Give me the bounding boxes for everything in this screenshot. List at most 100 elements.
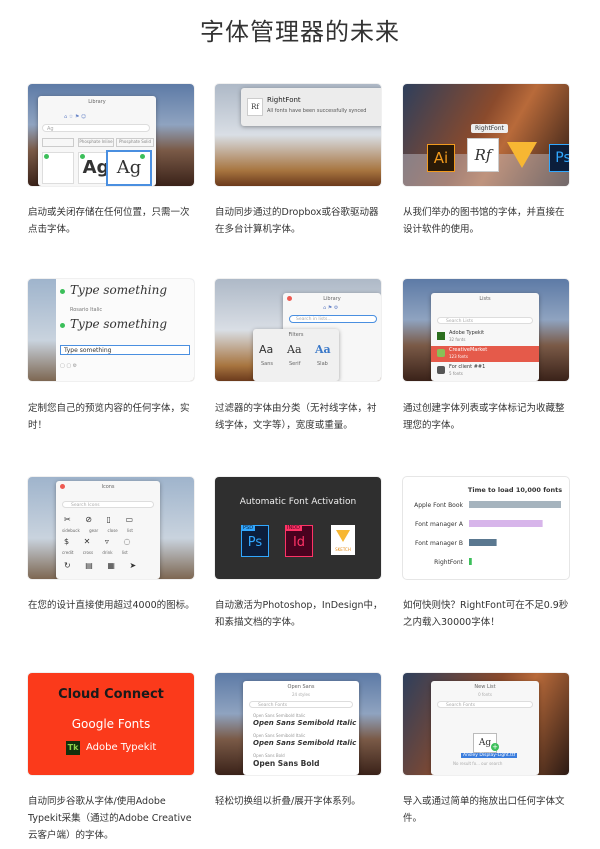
google-fonts-label: Google Fonts [71,717,151,731]
search-input[interactable]: Search Fonts [437,701,533,708]
list-item[interactable]: For client ##1 5 fonts [431,363,539,379]
drag-filename: Ansley Display-Light.ttf [461,753,518,758]
card-lists: Lists Search Lists Adobe Typekit 32 font… [403,279,569,381]
active-dot [44,154,49,159]
style-sample[interactable]: Open Sans Semibold Italic [253,739,356,747]
card-library-activation: Library ⌂ ☆ ⚑ ☺ Ag Phosphate Inline Phos… [28,84,194,186]
list-name: CreativeMarket [449,347,488,353]
search-input[interactable]: Search Fonts [249,701,353,708]
file-tag: INDD [285,525,302,531]
illustrator-app-icon[interactable]: Ai [427,144,455,172]
search-input[interactable]: Ag [42,124,150,132]
caption: 自动激活为Photoshop，InDesign中，和素描文档的字体。 [215,600,383,628]
preview-text-input[interactable]: Type something [60,345,190,355]
caption: 轻松切换组以折叠/展开字体系列。 [215,796,361,807]
file-tag: SKETCH [335,547,351,552]
caption: 过滤器的字体由分类（无衬线字体，衬线字体，文字等），宽度或重量。 [215,403,377,431]
typekit-icon [437,332,445,340]
card-family-groups: Open Sans 24 styles Search Fonts Open Sa… [215,673,381,775]
list-item-selected[interactable]: CreativeMarket 123 fonts [431,346,539,362]
notification: Rf RightFont All fonts have been success… [241,88,381,126]
category-label: RightFont [434,559,464,566]
font-chip[interactable] [42,138,74,147]
caption: 导入或通过简单的拖放出口任何字体文件。 [403,796,565,824]
list-count: 123 fonts [449,354,468,359]
sketch-app-icon[interactable] [507,142,537,168]
creativemarket-icon [437,349,445,357]
list-item[interactable]: Adobe Typekit 32 fonts [431,329,539,345]
caption: 定制您自己的预览内容的任何字体，实时！ [28,403,190,431]
caption: 在您的设计直接使用超过4000的图标。 [28,600,195,611]
adobe-typekit-label: Adobe Typekit [86,742,157,753]
active-dot [60,289,65,294]
window-subtitle: 24 styles [291,692,311,697]
card-preview: Type something Rosario Italic Type somet… [28,279,194,381]
caption: 自动同步通过的Dropbox或谷歌驱动器在多台计算机字体。 [215,207,379,235]
search-input[interactable]: Search Icons [62,501,154,508]
icon-grid-row[interactable]: $ ✕ ▿ ◌ [64,537,130,546]
caption: 通过创建字体列表或字体标记为收藏整理您的字体。 [403,403,565,431]
filter-label: Sans [261,361,274,367]
style-sample[interactable]: Open Sans Semibold Italic [253,719,356,727]
notification-title: RightFont [267,96,301,104]
rightfont-app-icon: Rf [247,98,263,116]
font-tile-selected[interactable]: Ag [106,150,152,186]
style-label: Open Sans Bold [253,753,285,758]
icon-grid-row[interactable]: ↻ ▤ ▦ ➤ [64,561,136,570]
window-title: Library [88,99,106,105]
lists-window: Lists Search Lists Adobe Typekit 32 font… [431,293,539,381]
file-tag: PSD [241,525,256,531]
bar [469,520,543,527]
slab-sample[interactable]: Aa [315,343,331,356]
filters-panel: Filters Aa Aa Aa Sans Serif Slab [253,329,339,381]
style-sample[interactable]: Open Sans Bold [253,759,319,768]
toolbar-icons[interactable]: ⌂ ⚑ ⚙ [323,305,338,311]
active-dot [60,323,65,328]
caption: 从我们举办的图书馆的字体，并直接在设计软件的使用。 [403,207,565,235]
panel-title: Filters [288,332,304,338]
library-window: Library ⌂ ☆ ⚑ ☺ Ag Phosphate Inline Phos… [38,96,156,186]
rightfont-app-icon[interactable]: Rf [467,138,499,172]
search-input[interactable]: Search Lists [437,317,533,324]
category-label: Font manager A [415,521,464,528]
serif-sample[interactable]: Aa [287,343,302,356]
search-input[interactable]: Search in lists... [289,315,377,323]
window-title: New List [474,684,496,690]
plus-icon: + [491,743,499,751]
sketch-file-icon: SKETCH [331,525,355,555]
window-title: Icons [101,484,115,490]
sans-sample[interactable]: Aa [259,343,273,356]
active-dot [80,154,85,159]
icon-labels: credit cross drink list [62,550,128,555]
preview-sample: Type something [70,283,168,297]
sketch-diamond-icon [336,530,350,542]
card-dock: RightFont Ai Rf Ps [403,84,569,186]
category-label: Font manager B [415,540,463,547]
category-label: Apple Font Book [414,502,463,509]
page-title: 字体管理器的未来 [200,18,400,46]
bar [469,501,561,508]
style-label: Open Sans Semibold Italic [253,733,306,738]
list-icon [437,366,445,374]
font-chip[interactable]: Phosphate Inline [78,138,114,147]
bar [469,539,497,546]
card-icons: Icons Search Icons ✂ ⊘ ▯ ▭ sidebuck gear… [28,477,194,579]
window-title: Lists [479,296,491,302]
font-chip[interactable]: Phosphate Solid [116,138,154,147]
style-label: Open Sans Semibold Italic [253,713,306,718]
toolbar-icons[interactable]: ⌂ ☆ ⚑ ☺ [64,114,86,120]
card-cloud-connect: Cloud Connect Google Fonts Tk Adobe Type… [28,673,194,775]
list-name: Adobe Typekit [449,330,485,336]
icon-grid-row[interactable]: ✂ ⊘ ▯ ▭ [64,515,133,524]
chart-title: Time to load 10,000 fonts [468,486,562,494]
card-drag-drop: New List 0 fonts Search Fonts Ag + Ansle… [403,673,569,775]
caption: 启动或关闭存储在任何位置，只需一次点击字体。 [28,207,190,235]
photoshop-app-icon[interactable]: Ps [549,144,569,172]
bar [469,558,472,565]
active-dot [140,154,145,159]
window-title: Open Sans [287,684,315,690]
panel-icons[interactable]: ▢ ▢ ⚙ [60,363,77,369]
preview-sample: Type something [70,317,168,331]
family-window: Open Sans 24 styles Search Fonts Open Sa… [243,681,359,775]
list-count: 32 fonts [449,337,466,342]
